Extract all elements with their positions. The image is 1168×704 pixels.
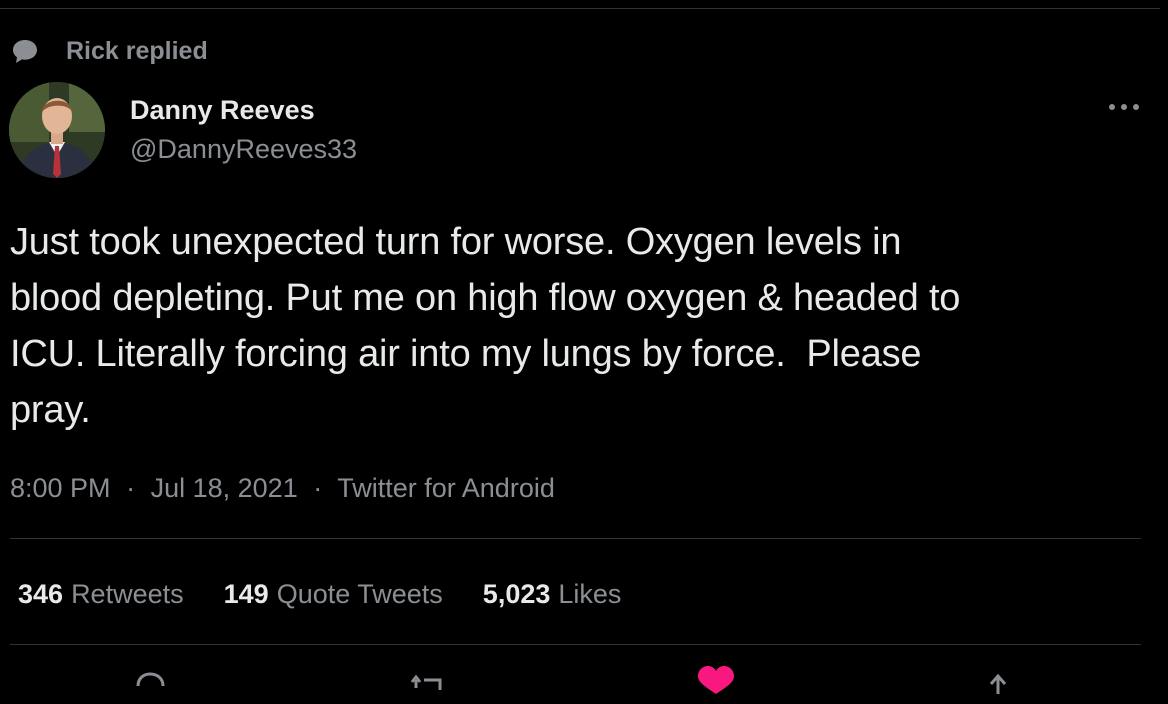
meta-separator: · — [313, 473, 323, 503]
tweet-stats: 346 Retweets 149 Quote Tweets 5,023 Likes — [18, 576, 661, 612]
reply-button[interactable] — [128, 664, 172, 704]
likes-stat[interactable]: 5,023 Likes — [483, 576, 622, 612]
tweet-text: Just took unexpected turn for worse. Oxy… — [10, 221, 961, 431]
tweet-author: Danny Reeves @DannyReeves33 — [9, 82, 357, 178]
likes-count: 5,023 — [482, 579, 551, 609]
likes-label: Likes — [558, 579, 622, 609]
tweet-metadata: 8:00 PM · Jul 18, 2021 · Twitter for And… — [10, 470, 555, 506]
like-icon — [694, 664, 738, 704]
author-names: Danny Reeves @DannyReeves33 — [130, 94, 357, 165]
retweet-icon — [410, 664, 450, 704]
retweets-count: 346 — [18, 579, 64, 609]
quote-tweets-stat[interactable]: 149 Quote Tweets — [224, 576, 443, 612]
social-context-text[interactable]: Rick replied — [66, 37, 208, 66]
share-icon — [978, 664, 1018, 704]
tweet-source[interactable]: Twitter for Android — [337, 473, 555, 503]
like-button[interactable] — [694, 664, 738, 704]
retweets-stat[interactable]: 346 Retweets — [18, 576, 184, 612]
user-handle[interactable]: @DannyReeves33 — [130, 133, 357, 165]
reply-icon — [130, 664, 170, 704]
divider — [10, 644, 1141, 645]
top-divider — [0, 8, 1160, 9]
meta-separator: · — [126, 473, 136, 503]
more-dots-icon — [1108, 98, 1140, 116]
display-name[interactable]: Danny Reeves — [130, 94, 357, 126]
tweet-actions — [0, 664, 1168, 694]
divider — [10, 538, 1141, 539]
retweets-label: Retweets — [71, 579, 184, 609]
more-options-button[interactable] — [1104, 94, 1144, 120]
tweet-time[interactable]: 8:00 PM — [10, 473, 111, 503]
avatar[interactable] — [9, 82, 105, 178]
reply-bubble-icon — [10, 36, 40, 66]
tweet-date[interactable]: Jul 18, 2021 — [151, 473, 298, 503]
share-button[interactable] — [976, 664, 1020, 704]
quote-tweets-count: 149 — [223, 579, 269, 609]
quote-tweets-label: Quote Tweets — [276, 579, 443, 609]
retweet-button[interactable] — [408, 664, 452, 704]
social-context: Rick replied — [10, 36, 208, 66]
